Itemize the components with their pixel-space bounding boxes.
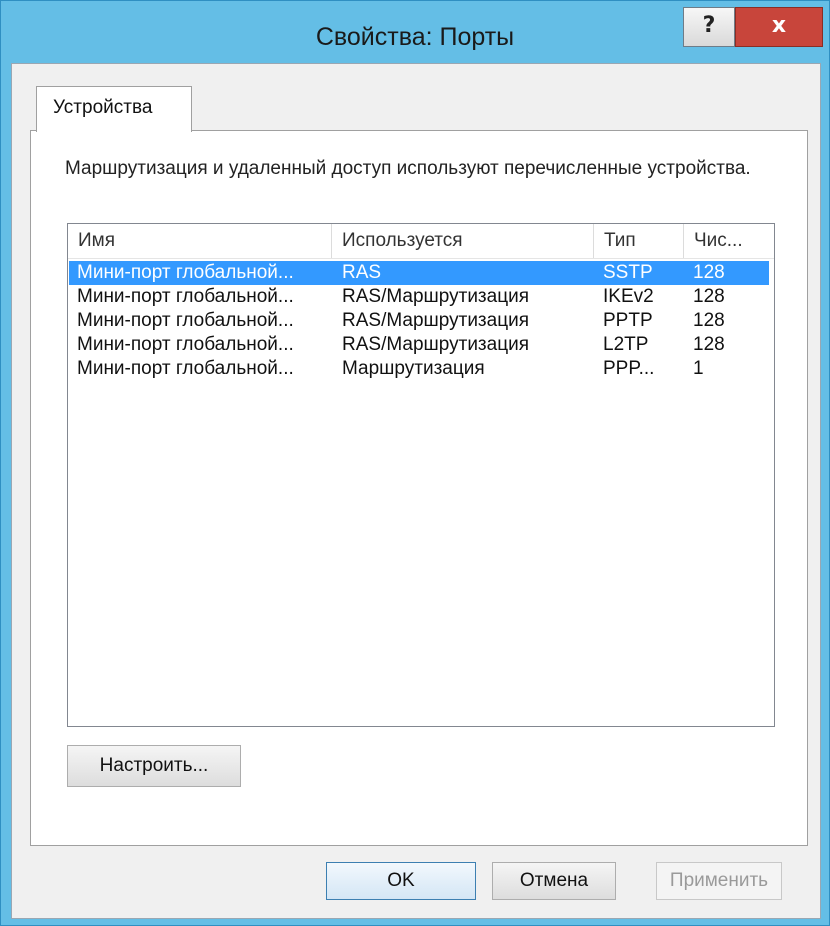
dialog-window: Свойства: Порты ? x Устройства Маршрутиз…: [0, 0, 830, 926]
devices-list[interactable]: Имя Используется Тип Чис... Мини-порт гл…: [67, 223, 775, 727]
cell-count: 128: [693, 262, 725, 283]
list-row[interactable]: Мини-порт глобальной... RAS/Маршрутизаци…: [69, 333, 769, 357]
cell-used: RAS/Маршрутизация: [342, 310, 529, 331]
column-header-count[interactable]: Чис...: [684, 224, 774, 258]
cell-used: RAS: [342, 262, 382, 283]
close-icon: x: [771, 13, 787, 38]
cell-type: PPTP: [603, 310, 653, 331]
list-row[interactable]: Мини-порт глобальной... RAS/Маршрутизаци…: [69, 285, 769, 309]
cancel-button[interactable]: Отмена: [492, 862, 616, 900]
column-header-used[interactable]: Используется: [332, 224, 594, 258]
cell-type: IKEv2: [603, 286, 654, 307]
cell-used: RAS/Маршрутизация: [342, 286, 529, 307]
cell-used: RAS/Маршрутизация: [342, 334, 529, 355]
close-button[interactable]: x: [735, 7, 823, 47]
cell-type: PPP...: [603, 358, 655, 379]
cell-count: 128: [693, 310, 725, 331]
ok-button[interactable]: OK: [326, 862, 476, 900]
help-button[interactable]: ?: [683, 7, 735, 47]
cell-name: Мини-порт глобальной...: [77, 358, 294, 379]
apply-button[interactable]: Применить: [656, 862, 782, 900]
cell-used: Маршрутизация: [342, 358, 485, 379]
cell-count: 1: [693, 358, 704, 379]
cell-name: Мини-порт глобальной...: [77, 310, 294, 331]
column-header-type[interactable]: Тип: [594, 224, 684, 258]
cell-count: 128: [693, 286, 725, 307]
column-header-name[interactable]: Имя: [68, 224, 332, 258]
tab-devices[interactable]: Устройства: [36, 86, 192, 132]
list-row[interactable]: Мини-порт глобальной... RAS SSTP 128: [69, 261, 769, 285]
cell-name: Мини-порт глобальной...: [77, 286, 294, 307]
list-header: Имя Используется Тип Чис...: [68, 224, 774, 259]
dialog-client-area: Устройства Маршрутизация и удаленный дос…: [11, 63, 821, 919]
help-icon: ?: [702, 13, 716, 38]
list-row[interactable]: Мини-порт глобальной... Маршрутизация PP…: [69, 357, 769, 381]
cell-type: L2TP: [603, 334, 649, 355]
cell-type: SSTP: [603, 262, 653, 283]
configure-button[interactable]: Настроить...: [67, 745, 241, 787]
tab-panel: Маршрутизация и удаленный доступ использ…: [30, 130, 808, 846]
cell-name: Мини-порт глобальной...: [77, 334, 294, 355]
list-row[interactable]: Мини-порт глобальной... RAS/Маршрутизаци…: [69, 309, 769, 333]
cell-name: Мини-порт глобальной...: [77, 262, 294, 283]
description-text: Маршрутизация и удаленный доступ использ…: [65, 158, 751, 179]
cell-count: 128: [693, 334, 725, 355]
